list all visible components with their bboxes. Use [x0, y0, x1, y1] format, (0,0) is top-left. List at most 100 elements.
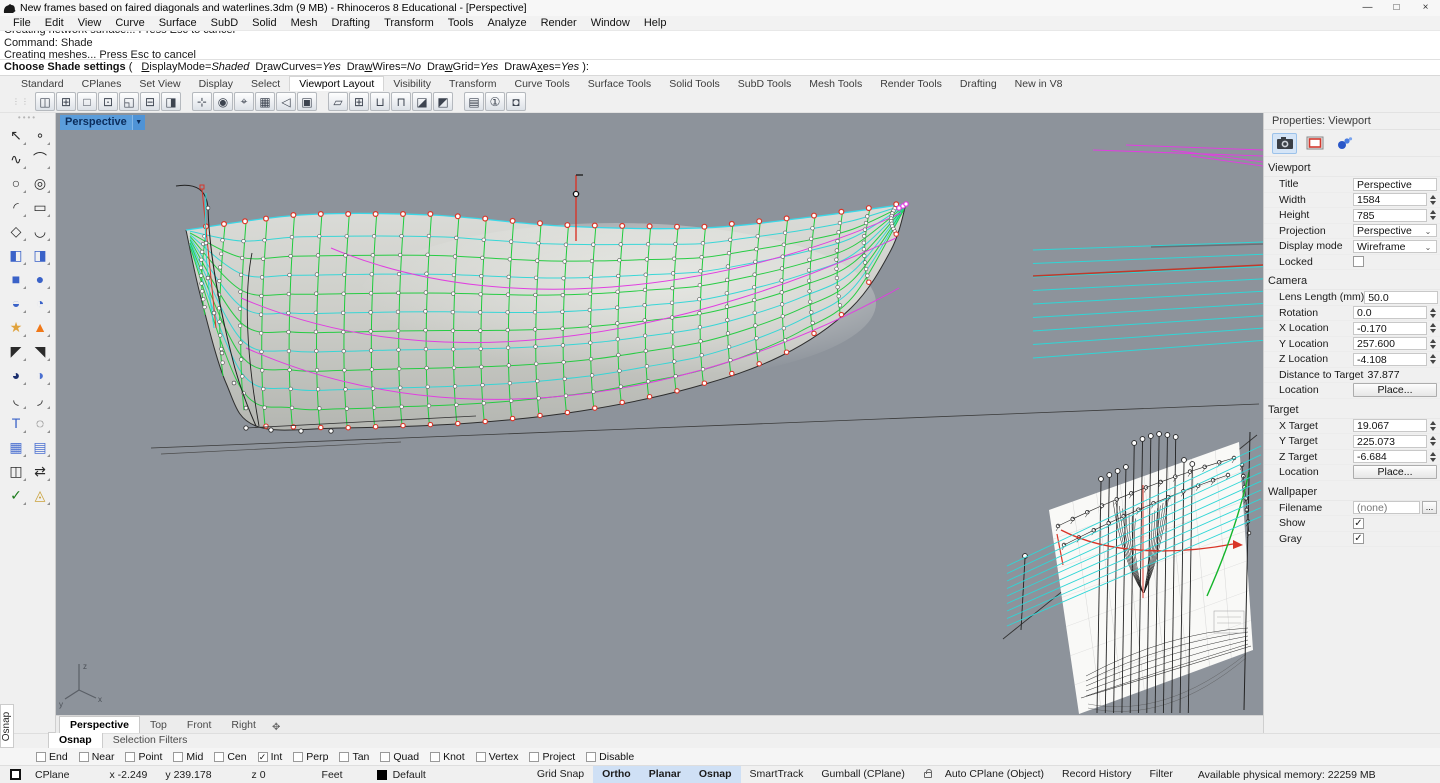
osnap-quad-checkbox[interactable] [380, 752, 390, 762]
osnap-vertex-checkbox[interactable] [476, 752, 486, 762]
osnap-near-checkbox[interactable] [79, 752, 89, 762]
menu-solid[interactable]: Solid [245, 16, 283, 30]
status-toggle-smarttrack[interactable]: SmartTrack [741, 766, 813, 783]
cplane-button[interactable]: CPlane [33, 769, 71, 781]
location-button[interactable]: Place... [1353, 383, 1437, 397]
status-toggle-gumball-cplane-[interactable]: Gumball (CPlane) [812, 766, 913, 783]
zoom-selected-icon[interactable]: ⌖ [234, 92, 254, 111]
close-button[interactable]: × [1411, 0, 1440, 16]
menu-curve[interactable]: Curve [108, 16, 151, 30]
surface-patch-icon[interactable]: ◔ [28, 291, 52, 315]
osnap-cen-checkbox[interactable] [214, 752, 224, 762]
locked-checkbox[interactable] [1353, 256, 1364, 267]
filename-field[interactable]: (none) [1353, 501, 1420, 514]
circle-icon[interactable]: ○ [4, 171, 28, 195]
cylinder-icon[interactable]: ◒ [4, 291, 28, 315]
open-viewport-file-icon[interactable]: ◪ [412, 92, 432, 111]
lamp-icon[interactable]: ◬ [28, 483, 52, 507]
osnap-end-checkbox[interactable] [36, 752, 46, 762]
viewport-tab-front[interactable]: Front [177, 717, 222, 733]
perspective-viewport[interactable]: Perspective ▼ zxy PerspectiveTopFrontRig… [55, 113, 1263, 733]
location-button[interactable]: Place... [1353, 465, 1437, 479]
osnap-tan-checkbox[interactable] [339, 752, 349, 762]
background-bitmap-icon[interactable]: ⊔ [370, 92, 390, 111]
transform-icon[interactable]: ⇄ [28, 459, 52, 483]
new-floating-viewport-icon[interactable]: ▱ [328, 92, 348, 111]
viewport-split-left-icon[interactable]: ◫ [35, 92, 55, 111]
array-icon[interactable]: ▤ [28, 435, 52, 459]
rectangle-icon[interactable]: ▭ [28, 195, 52, 219]
z-location-spinner[interactable] [1428, 352, 1437, 366]
menu-analyze[interactable]: Analyze [480, 16, 533, 30]
viewport-tab-perspective[interactable]: Perspective [59, 716, 140, 733]
toolbar-grip[interactable]: ⋮⋮ [12, 97, 30, 106]
ribbon-tab-display[interactable]: Display [190, 77, 242, 91]
status-toggle-planar[interactable]: Planar [640, 766, 690, 783]
ribbon-tab-subd-tools[interactable]: SubD Tools [729, 77, 801, 91]
split-icon[interactable]: ◥ [28, 339, 52, 363]
curve-through-points-icon[interactable]: ⌒ [28, 147, 52, 171]
osnap-perp-checkbox[interactable] [293, 752, 303, 762]
page-one-icon[interactable]: ① [485, 92, 505, 111]
width-spinner[interactable] [1428, 193, 1437, 207]
surface-from-points-icon[interactable]: ◧ [4, 243, 28, 267]
menu-drafting[interactable]: Drafting [325, 16, 378, 30]
camera-icon[interactable] [1272, 133, 1297, 154]
menu-render[interactable]: Render [534, 16, 584, 30]
y-location-field[interactable]: 257.600 [1353, 337, 1427, 350]
menu-window[interactable]: Window [584, 16, 637, 30]
ribbon-tab-render-tools[interactable]: Render Tools [871, 77, 951, 91]
menu-edit[interactable]: Edit [38, 16, 71, 30]
menu-view[interactable]: View [71, 16, 109, 30]
menu-transform[interactable]: Transform [377, 16, 441, 30]
viewport-pan-icon[interactable]: ✥ [266, 722, 286, 733]
viewport-tab-top[interactable]: Top [140, 717, 177, 733]
command-history[interactable]: Creating network surface... Press Esc to… [0, 31, 1440, 60]
synchronize-views-icon[interactable]: ⊹ [192, 92, 212, 111]
ribbon-tab-viewport-layout[interactable]: Viewport Layout [289, 76, 384, 91]
osnap-point-checkbox[interactable] [125, 752, 135, 762]
projection-dropdown[interactable]: Perspective⌄ [1353, 224, 1437, 237]
control-point-curve-icon[interactable]: ∿ [4, 147, 28, 171]
osnap-project-checkbox[interactable] [529, 752, 539, 762]
y-target-field[interactable]: 225.073 [1353, 435, 1427, 448]
display-mode-dropdown[interactable]: Wireframe⌄ [1353, 240, 1437, 253]
point-edit-icon[interactable]: ◌ [28, 411, 52, 435]
command-prompt[interactable]: Choose Shade settings ( DisplayMode=Shad… [0, 60, 1440, 76]
osnap-mid-checkbox[interactable] [173, 752, 183, 762]
boolean-star-icon[interactable]: ★ [4, 315, 28, 339]
y-location-spinner[interactable] [1428, 337, 1437, 351]
maximize-button[interactable]: □ [1382, 0, 1411, 16]
viewport-target-icon[interactable]: ⊡ [98, 92, 118, 111]
menu-tools[interactable]: Tools [441, 16, 481, 30]
x-location-spinner[interactable] [1428, 321, 1437, 335]
x-location-field[interactable]: -0.170 [1353, 322, 1427, 335]
analyze-check-icon[interactable]: ✓ [4, 483, 28, 507]
menu-surface[interactable]: Surface [152, 16, 204, 30]
prompt-option[interactable]: DrawCurves=Yes [255, 61, 340, 73]
osnap-cen[interactable]: Cen [214, 751, 246, 763]
boolean-difference-icon[interactable]: ◑ [28, 363, 52, 387]
point-icon[interactable]: ∘ [28, 123, 52, 147]
width-field[interactable]: 1584 [1353, 193, 1427, 206]
ribbon-tab-transform[interactable]: Transform [440, 77, 505, 91]
menu-help[interactable]: Help [637, 16, 674, 30]
show-checkbox[interactable]: ✓ [1353, 518, 1364, 529]
viewport-split-vertical-icon[interactable]: ◨ [161, 92, 181, 111]
prompt-option[interactable]: DisplayMode=Shaded [141, 61, 249, 73]
osnap-knot-checkbox[interactable] [430, 752, 440, 762]
polygon-icon[interactable]: ◇ [4, 219, 28, 243]
surface-from-curves-icon[interactable]: ◨ [28, 243, 52, 267]
osnap-near[interactable]: Near [79, 751, 115, 763]
arc-icon[interactable]: ◜ [4, 195, 28, 219]
box-icon[interactable]: ■ [4, 267, 28, 291]
explode-icon[interactable]: ▲ [28, 315, 52, 339]
osnap-project[interactable]: Project [529, 751, 575, 763]
osnap-mid[interactable]: Mid [173, 751, 203, 763]
minimize-button[interactable]: — [1353, 0, 1382, 16]
mirror-icon[interactable]: ◫ [4, 459, 28, 483]
prompt-option[interactable]: DrawGrid=Yes [427, 61, 498, 73]
spotlight-icon[interactable]: ◁ [276, 92, 296, 111]
menu-subd[interactable]: SubD [204, 16, 246, 30]
osnap-disable-checkbox[interactable] [586, 752, 596, 762]
